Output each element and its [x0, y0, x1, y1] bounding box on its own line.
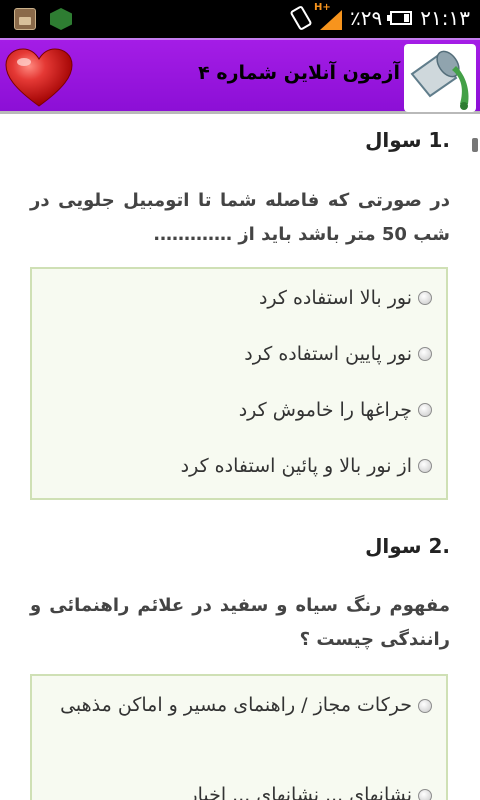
option-label: نور پایین استفاده کرد — [244, 343, 412, 365]
option-item[interactable]: حرکات مجاز / راهنمای مسیر و اماکن مذهبی — [46, 686, 432, 724]
radio-button[interactable] — [418, 788, 432, 800]
question-title: .2 سوال — [365, 534, 450, 558]
option-label: حرکات مجاز / راهنمای مسیر و اماکن مذهبی — [60, 694, 412, 716]
radio-button[interactable] — [418, 698, 432, 713]
option-item[interactable]: نور پایین استفاده کرد — [244, 343, 432, 365]
option-label: نشانهای ... نشانهای ... اخبار — [188, 784, 412, 800]
radio-button[interactable] — [418, 459, 432, 473]
question-text: در صورتی که فاصله شما تا اتومبیل جلویی د… — [30, 190, 450, 245]
battery-percent: ٪۲۹ — [350, 6, 383, 30]
option-label: نور بالا استفاده کرد — [258, 287, 412, 309]
radio-button[interactable] — [418, 347, 432, 361]
option-item[interactable]: چراغها را خاموش کرد — [239, 399, 432, 421]
scrollbar[interactable] — [472, 138, 478, 152]
status-bar: H+ ٪۲۹ ۲۱:۱۳ — [0, 0, 480, 38]
option-label: از نور بالا و پائین استفاده کرد — [180, 455, 412, 477]
heart-icon[interactable] — [4, 48, 74, 108]
radio-button[interactable] — [418, 403, 432, 417]
paint-bucket-icon[interactable] — [404, 44, 476, 112]
options-box: حرکات مجاز / راهنمای مسیر و اماکن مذهبی … — [30, 674, 448, 800]
quiz-content[interactable]: .1 سوال در صورتی که فاصله شما تا اتومبیل… — [0, 114, 480, 800]
option-label: چراغها را خاموش کرد — [238, 399, 412, 421]
gallery-icon — [14, 8, 36, 30]
battery-icon — [387, 11, 413, 25]
app-header: آزمون آنلاین شماره ۴ — [0, 38, 480, 114]
rotate-icon — [289, 4, 313, 32]
status-time: ۲۱:۱۳ — [420, 6, 470, 30]
options-box: نور بالا استفاده کرد نور پایین استفاده ک… — [30, 267, 448, 500]
page-title: آزمون آنلاین شماره ۴ — [198, 62, 400, 84]
signal-icon: H+ — [314, 2, 343, 30]
question-title: .1 سوال — [365, 128, 450, 152]
question-text: مفهوم رنگ سیاه و سفید در علائم راهنمائی … — [30, 595, 450, 650]
option-item[interactable]: از نور بالا و پائین استفاده کرد — [181, 455, 432, 477]
option-item[interactable]: نور بالا استفاده کرد — [259, 287, 432, 309]
option-item[interactable]: نشانهای ... نشانهای ... اخبار — [46, 776, 432, 800]
radio-button[interactable] — [418, 291, 432, 305]
app-icon — [50, 8, 72, 30]
